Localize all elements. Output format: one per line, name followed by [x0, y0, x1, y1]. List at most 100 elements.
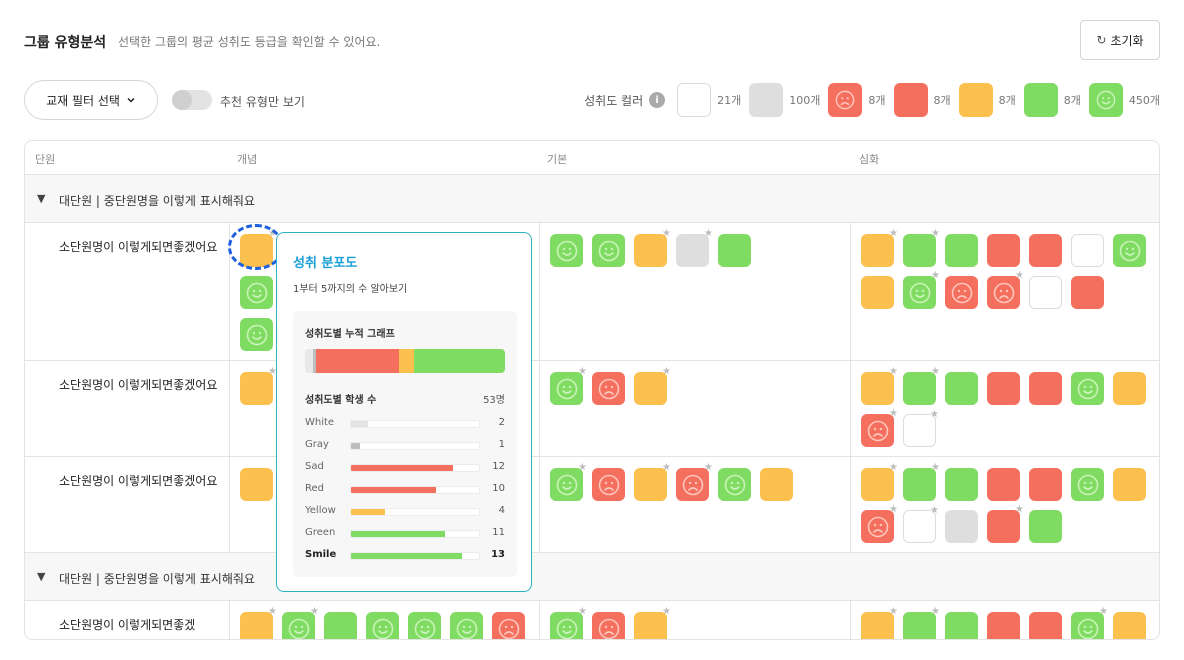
legend-count-green: 8개	[1063, 94, 1081, 107]
cell-advanced: ★ ★ ★ ★	[850, 361, 1159, 456]
info-icon[interactable]: i	[649, 92, 666, 108]
refresh-icon: ↻	[1096, 33, 1107, 47]
achievement-tile-red[interactable]	[987, 234, 1020, 267]
achievement-tile-yellow[interactable]: ★	[861, 229, 898, 267]
achievement-tile-sad[interactable]: ★	[987, 271, 1024, 309]
section-title: 대단원 | 중단원명을 이렇게 표시해줘요	[59, 194, 255, 208]
stack-graph-title: 성취도별 누적 그래프	[305, 329, 395, 340]
achievement-tile-yellow[interactable]	[1113, 612, 1146, 639]
achievement-tile-smile[interactable]	[1071, 468, 1104, 501]
caret-down-icon: ▼	[37, 192, 46, 205]
achievement-tile-green[interactable]	[718, 234, 751, 267]
legend-swatch-green	[1023, 83, 1058, 117]
achievement-tile-yellow[interactable]: ★	[634, 367, 671, 405]
achievement-tile-red[interactable]	[1029, 372, 1062, 405]
table-header: 단원 개념 기본 심화	[25, 141, 1159, 175]
achievement-tile-red[interactable]	[987, 372, 1020, 405]
count-total: 53명	[483, 395, 505, 406]
achievement-tile-green[interactable]: ★	[903, 607, 940, 639]
achievement-tile-smile[interactable]: ★	[282, 607, 319, 639]
achievement-tile-yellow[interactable]: ★	[240, 367, 277, 405]
achievement-tile-smile[interactable]	[408, 612, 441, 639]
achievement-tile-yellow[interactable]: ★	[861, 367, 898, 405]
achievement-tile-smile[interactable]: ★	[1071, 607, 1108, 639]
achievement-tile-yellow[interactable]: ★	[634, 463, 671, 501]
star-icon: ★	[889, 408, 898, 419]
achievement-tile-red[interactable]	[1029, 468, 1062, 501]
achievement-tile-gray[interactable]: ★	[676, 229, 713, 267]
section-header[interactable]: ▼ 대단원 | 중단원명을 이렇게 표시해줘요	[25, 553, 1159, 601]
achievement-tile-yellow[interactable]: ★	[240, 607, 277, 639]
achievement-tile-sad[interactable]	[592, 612, 625, 639]
star-icon: ★	[1099, 606, 1108, 617]
section-header[interactable]: ▼ 대단원 | 중단원명을 이렇게 표시해줘요	[25, 175, 1159, 223]
achievement-tile-sad[interactable]	[592, 468, 625, 501]
achievement-tile-smile[interactable]	[240, 276, 273, 309]
achievement-tile-green[interactable]	[945, 468, 978, 501]
reset-button[interactable]: ↻ 초기화	[1080, 20, 1160, 60]
achievement-tile-smile[interactable]	[450, 612, 483, 639]
achievement-tile-smile[interactable]	[592, 234, 625, 267]
achievement-tile-smile[interactable]: ★	[550, 463, 587, 501]
recommended-only-toggle[interactable]	[172, 90, 212, 110]
achievement-tile-green[interactable]	[945, 372, 978, 405]
achievement-tile-yellow[interactable]	[760, 468, 793, 501]
achievement-tile-green[interactable]	[324, 612, 357, 639]
achievement-tile-yellow[interactable]: ★	[861, 463, 898, 501]
distribution-value: 11	[492, 527, 505, 538]
legend-swatch-smile	[1088, 83, 1123, 117]
achievement-tile-red[interactable]	[1029, 612, 1062, 639]
achievement-tile-sad[interactable]: ★	[861, 505, 898, 543]
achievement-tile-red[interactable]	[987, 468, 1020, 501]
achievement-tile-red[interactable]: ★	[987, 505, 1024, 543]
achievement-tile-red[interactable]	[1071, 276, 1104, 309]
achievement-tile-green[interactable]: ★	[903, 367, 940, 405]
achievement-tile-red[interactable]	[1029, 234, 1062, 267]
achievement-tile-smile[interactable]	[718, 468, 751, 501]
achievement-tile-white[interactable]: ★	[903, 506, 939, 543]
textbook-filter-dropdown[interactable]: 교재 필터 선택	[24, 80, 158, 120]
achievement-tile-smile[interactable]: ★	[550, 607, 587, 639]
legend-count-red: 8개	[933, 94, 951, 107]
achievement-tile-smile[interactable]: ★	[903, 271, 940, 309]
achievement-tile-sad[interactable]	[592, 372, 625, 405]
achievement-tile-sad[interactable]: ★	[676, 463, 713, 501]
star-icon: ★	[931, 228, 940, 239]
achievement-tile-smile[interactable]	[1071, 372, 1104, 405]
achievement-tile-sad[interactable]	[492, 612, 525, 639]
achievement-tile-smile[interactable]	[550, 234, 583, 267]
achievement-tile-yellow[interactable]: ★	[634, 229, 671, 267]
achievement-tile-yellow[interactable]: ★	[634, 607, 671, 639]
achievement-tile-green[interactable]	[945, 234, 978, 267]
cell-basic: ★ ★	[539, 601, 850, 639]
achievement-tile-red[interactable]	[987, 612, 1020, 639]
achievement-tile-green[interactable]	[945, 612, 978, 639]
star-icon: ★	[931, 270, 940, 281]
achievement-tile-gray[interactable]	[945, 510, 978, 543]
star-icon: ★	[889, 462, 898, 473]
achievement-tile-sad[interactable]: ★	[861, 409, 898, 447]
achievement-tile-green[interactable]	[1029, 510, 1062, 543]
stack-segment-red	[361, 349, 400, 373]
popover-title: 성취 분포도	[293, 256, 358, 271]
achievement-tile-smile[interactable]	[1113, 234, 1146, 267]
distribution-value: 4	[498, 505, 505, 516]
achievement-tile-white[interactable]	[1071, 234, 1104, 267]
achievement-tile-yellow[interactable]	[1113, 468, 1146, 501]
achievement-tile-sad[interactable]	[945, 276, 978, 309]
star-icon: ★	[931, 366, 940, 377]
distribution-row-smile: Smile 13	[305, 547, 505, 563]
achievement-tile-green[interactable]: ★	[903, 229, 940, 267]
star-icon: ★	[1015, 270, 1024, 281]
achievement-tile-yellow[interactable]	[861, 276, 894, 309]
achievement-tile-green[interactable]: ★	[903, 463, 940, 501]
achievement-tile-smile[interactable]	[366, 612, 399, 639]
achievement-tile-white[interactable]: ★	[903, 410, 939, 447]
achievement-tile-yellow[interactable]	[240, 468, 273, 501]
achievement-tile-yellow[interactable]	[1113, 372, 1146, 405]
achievement-tile-smile[interactable]	[240, 318, 273, 351]
achievement-tile-smile[interactable]: ★	[550, 367, 587, 405]
achievement-tile-white[interactable]	[1029, 276, 1062, 309]
unit-name: 소단원명이 이렇게되면좋겠어요	[59, 240, 218, 254]
achievement-tile-yellow[interactable]: ★	[861, 607, 898, 639]
